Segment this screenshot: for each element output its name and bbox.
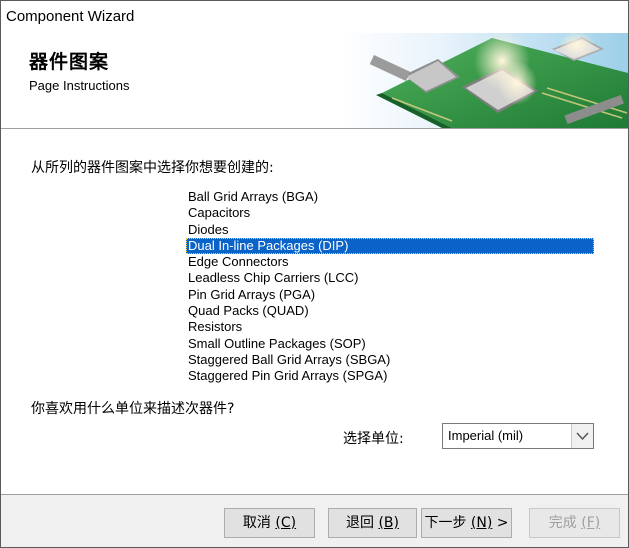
component-wizard-window: Component Wizard 器件图案 Page Instructions	[0, 0, 629, 548]
pattern-list-item[interactable]: Edge Connectors	[186, 254, 594, 270]
pattern-listbox[interactable]: Ball Grid Arrays (BGA) Capacitors Diodes Du…	[186, 189, 594, 385]
pattern-list-item[interactable]: Leadless Chip Carriers (LCC)	[186, 270, 594, 286]
page-title: 器件图案	[29, 51, 110, 73]
pattern-list-item[interactable]: Staggered Ball Grid Arrays (SBGA)	[186, 352, 594, 368]
back-button-label: 退回	[346, 515, 379, 531]
finish-button-label: 完成	[548, 515, 582, 531]
chevron-down-icon[interactable]	[571, 424, 593, 448]
pattern-list-item[interactable]: Ball Grid Arrays (BGA)	[186, 189, 594, 205]
pattern-list-item[interactable]: Quad Packs (QUAD)	[186, 303, 594, 319]
page-subtitle: Page Instructions	[29, 78, 130, 93]
units-prompt: 你喜欢用什么单位来描述次器件?	[31, 401, 235, 417]
back-accelerator: (B)	[378, 515, 399, 531]
pattern-prompt: 从所列的器件图案中选择你想要创建的:	[31, 160, 274, 176]
pattern-list-item[interactable]: Resistors	[186, 319, 594, 335]
next-arrow: >	[492, 515, 509, 531]
window-title: Component Wizard	[6, 8, 135, 25]
wizard-footer: 取消 (C) 退回 (B) 下一步 (N) > 完成 (F)	[1, 494, 628, 547]
pattern-list-item[interactable]: Staggered Pin Grid Arrays (SPGA)	[186, 368, 594, 384]
next-button[interactable]: 下一步 (N) >	[421, 508, 512, 538]
next-accelerator: (N)	[470, 515, 493, 531]
pattern-list-item[interactable]: Pin Grid Arrays (PGA)	[186, 287, 594, 303]
title-bar[interactable]: Component Wizard	[1, 1, 628, 33]
unit-label: 选择单位:	[343, 431, 404, 447]
wizard-content: 从所列的器件图案中选择你想要创建的: Ball Grid Arrays (BGA…	[1, 130, 628, 494]
finish-button[interactable]: 完成 (F)	[529, 508, 620, 538]
back-button[interactable]: 退回 (B)	[328, 508, 417, 538]
pattern-list-item[interactable]: Diodes	[186, 222, 594, 238]
pattern-list-item[interactable]: Dual In-line Packages (DIP)	[186, 237, 594, 255]
unit-select-value: Imperial (mil)	[448, 428, 524, 443]
pattern-list-item[interactable]: Small Outline Packages (SOP)	[186, 336, 594, 352]
pattern-list-item[interactable]: Capacitors	[186, 205, 594, 221]
cancel-button-label: 取消	[242, 515, 276, 531]
unit-select[interactable]: Imperial (mil)	[442, 423, 594, 449]
wizard-header: 器件图案 Page Instructions	[1, 33, 628, 129]
cancel-accelerator: (C)	[275, 515, 297, 531]
cancel-button[interactable]: 取消 (C)	[224, 508, 315, 538]
pcb-banner-image	[342, 33, 628, 128]
next-button-label: 下一步	[424, 515, 471, 531]
finish-accelerator: (F)	[581, 515, 601, 531]
